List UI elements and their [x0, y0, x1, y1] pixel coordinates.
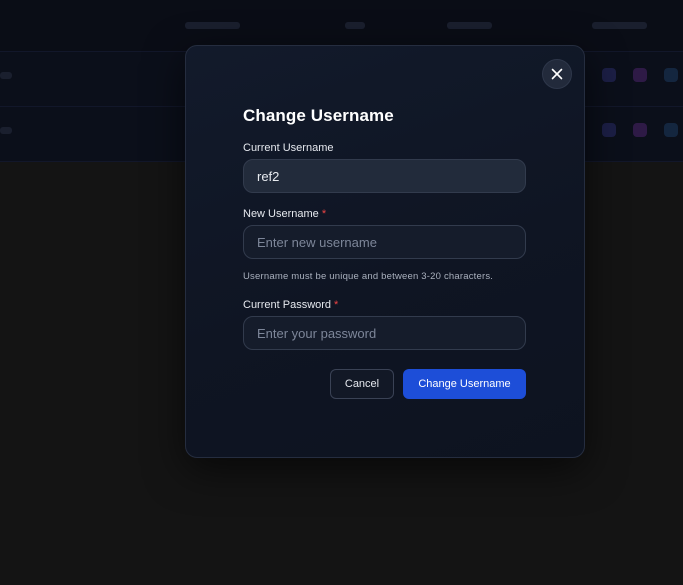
current-username-label-text: Current Username [243, 142, 334, 154]
new-username-input[interactable] [243, 225, 526, 259]
new-username-label: New Username * [243, 208, 326, 220]
required-marker: * [321, 208, 327, 220]
change-username-button[interactable]: Change Username [403, 369, 526, 399]
current-password-label: Current Password * [243, 299, 338, 311]
current-password-input[interactable] [243, 316, 526, 350]
close-icon [551, 68, 563, 80]
current-password-label-text: Current Password [243, 299, 332, 311]
change-username-modal: Change Username Current Username New Use… [185, 45, 585, 458]
required-marker: * [334, 299, 339, 311]
username-hint: Username must be unique and between 3-20… [243, 271, 494, 282]
modal-title: Change Username [243, 106, 394, 125]
current-username-label: Current Username [243, 142, 333, 154]
current-username-field[interactable] [243, 159, 526, 193]
cancel-button[interactable]: Cancel [330, 369, 394, 399]
new-username-label-text: New Username [243, 208, 319, 220]
close-button[interactable] [542, 59, 572, 89]
